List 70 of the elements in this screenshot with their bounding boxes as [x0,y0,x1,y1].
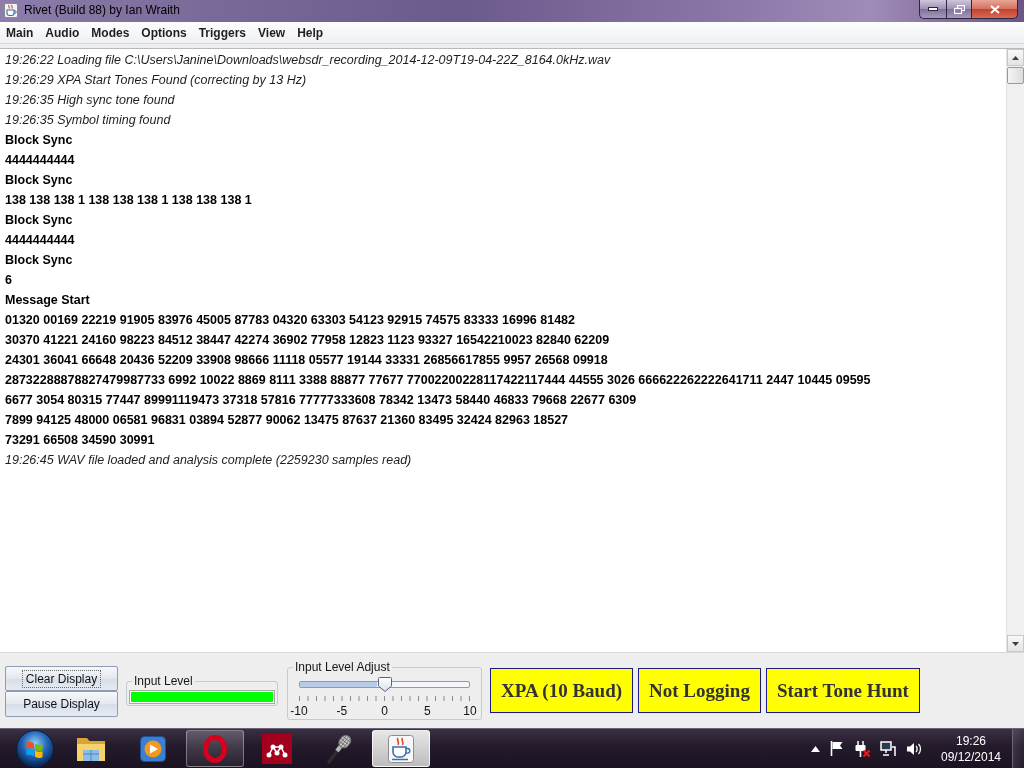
tick-label: -10 [290,704,308,718]
log-line: 01320 00169 22219 91905 83976 45005 87783 04320 63303 54123 92915 74575 83333 16996 81482 [5,312,576,329]
speaker-icon[interactable] [906,740,922,757]
log-line: 7899 94125 48000 06581 96831 03894 52877 90062 13475 87637 21360 83495 32424 82963 18527 [5,412,570,429]
show-desktop-button[interactable] [1012,729,1024,768]
minimize-icon [928,7,938,11]
restore-icon [953,4,965,14]
tick-label: 10 [463,704,477,718]
log-line: 19:26:35 Symbol timing found [5,112,172,129]
scroll-thumb[interactable] [1007,67,1024,84]
menu-item[interactable]: Triggers [192,23,253,42]
ring-icon [203,734,227,763]
plug-icon[interactable] [854,740,870,757]
log-line: Block Sync [5,212,74,229]
minimize-button[interactable] [919,0,946,19]
log-line: 4444444444 [5,232,76,249]
caret-down-icon [1012,641,1019,646]
flag-orb-icon [16,729,54,768]
mode-button[interactable]: Not Logging [638,668,761,713]
log-line: Block Sync [5,252,74,269]
menu-item[interactable]: Audio [39,23,86,42]
window-title: Rivet (Build 88) by Ian Wraith [24,2,180,19]
menu-item[interactable]: Options [135,23,193,42]
flag-icon[interactable] [830,741,844,756]
monitor-icon[interactable] [880,740,896,757]
log-line: 73291 66508 34590 30991 [5,432,156,449]
caret-up-icon[interactable] [811,745,820,752]
restore-button[interactable] [946,0,972,19]
log-line: 30370 41221 24160 98223 84512 38447 42274 36902 77958 12823 1123 93327 16542210023 82840 62209 [5,332,611,349]
log-line: 138 138 138 1 138 138 138 1 138 138 138 1 [5,192,253,209]
menu-item[interactable]: View [252,23,292,42]
log-line: Block Sync [5,132,74,149]
tick-label: -5 [336,704,348,718]
log-line: 19:26:29 XPA Start Tones Found (correcting by 13 Hz) [5,72,308,89]
scroll-up-button[interactable] [1007,49,1024,66]
play-icon [140,735,166,762]
close-button[interactable] [972,0,1018,19]
log-line: 24301 36041 66648 20436 52209 33908 98666 11118 05577 19144 33331 26856617855 9957 26568 09918 [5,352,609,369]
start-button[interactable] [13,729,57,768]
log-line: 19:26:45 WAV file loaded and analysis complete (2259230 samples read) [5,452,413,469]
log-line: Message Start [5,292,91,309]
log-line: Block Sync [5,172,74,189]
panel-button[interactable]: Clear Display [5,666,118,691]
tick-label: 0 [381,704,388,718]
clock-time[interactable]: 19:26 [956,732,986,749]
menu-item[interactable]: Modes [85,23,136,42]
cup-icon [4,3,18,18]
caret-up-icon [1012,55,1019,60]
group-title: Input Level [133,674,194,688]
log-line: 6677 3054 80315 77447 89991119473 37318 57816 77777333608 78342 13473 58440 46833 79668 22677 6309 [5,392,638,409]
group-title: Input Level Adjust [294,660,391,674]
menu-item[interactable]: Help [291,23,330,42]
cup-icon [388,734,414,763]
menu-item[interactable]: Main [0,23,40,42]
log-line: 19:26:22 Loading file C:\Users\Janine\Downloads\websdr_recording_2014-12-09T19-04-22Z_8164.0kHz.wav [5,52,612,69]
dots-tile-icon [262,733,292,764]
mode-button[interactable]: Start Tone Hunt [765,668,920,713]
mode-button[interactable]: XPA (10 Baud) [490,668,634,713]
microphone-icon [326,733,352,764]
log-line: 4444444444 [5,152,76,169]
log-line: 6 [5,272,13,289]
log-line: 28732288878827479987733 6992 10022 8869 8111 3388 88877 77677 77002200228117422117444 44555 3026 666622262222641711 2447 10445 09595 [5,372,872,389]
clock-date[interactable]: 09/12/2014 [940,748,1002,765]
scroll-down-button[interactable] [1007,635,1024,652]
log-line: 19:26:35 High sync tone found [5,92,176,109]
close-icon [989,4,1000,14]
slider-thumb[interactable] [377,677,392,692]
tick-label: 5 [423,704,431,718]
folder-icon [76,735,106,762]
panel-button[interactable]: Pause Display [5,691,118,717]
